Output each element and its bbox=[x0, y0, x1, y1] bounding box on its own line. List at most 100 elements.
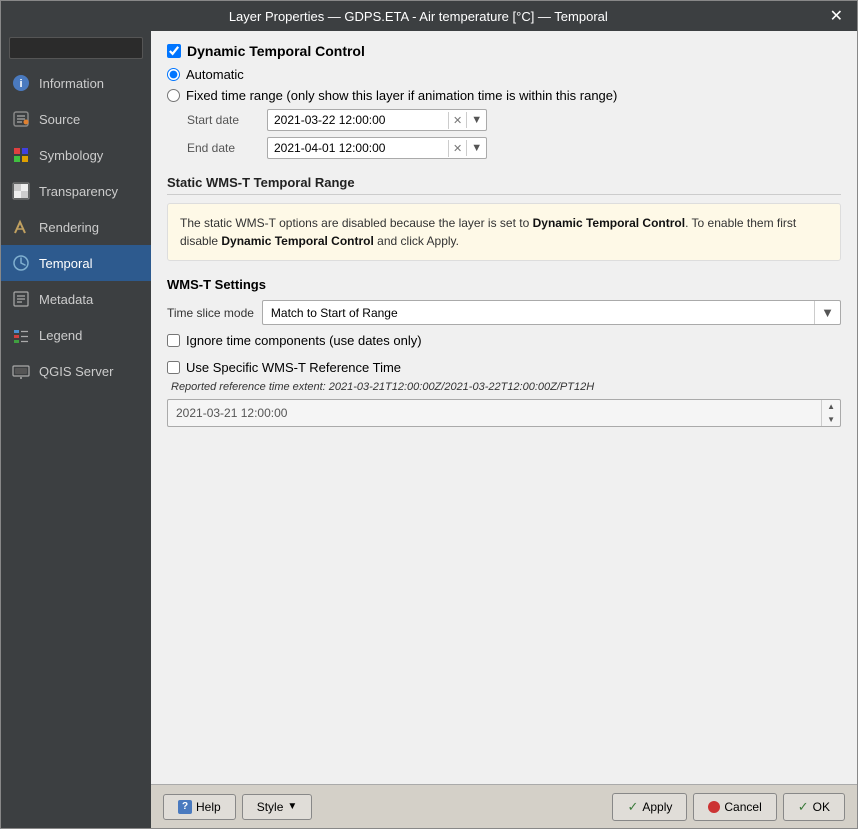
fixed-radio[interactable] bbox=[167, 89, 180, 102]
use-specific-checkbox[interactable] bbox=[167, 361, 180, 374]
sidebar-item-source[interactable]: Source bbox=[1, 101, 151, 137]
titlebar: Layer Properties — GDPS.ETA - Air temper… bbox=[1, 1, 857, 31]
wms-settings-title: WMS-T Settings bbox=[167, 277, 841, 292]
wms-settings-section: WMS-T Settings Time slice mode Match to … bbox=[167, 277, 841, 427]
time-slice-label: Time slice mode bbox=[167, 306, 254, 320]
start-date-label: Start date bbox=[187, 113, 267, 127]
reported-note-value: 2021-03-21T12:00:00Z/2021-03-22T12:00:00… bbox=[329, 381, 594, 393]
end-date-dropdown-icon[interactable]: ▼ bbox=[466, 140, 486, 156]
info-bold1: Dynamic Temporal Control bbox=[533, 216, 685, 230]
start-date-wrapper: 2021-03-22 12:00:00 ✕ ▼ bbox=[267, 109, 487, 131]
static-wms-title: Static WMS-T Temporal Range bbox=[167, 175, 841, 195]
start-date-input[interactable]: 2021-03-22 12:00:00 bbox=[268, 110, 448, 130]
spinner-up-icon[interactable]: ▲ bbox=[822, 400, 840, 413]
legend-icon bbox=[11, 325, 31, 345]
svg-text:i: i bbox=[19, 78, 22, 90]
ok-label: OK bbox=[813, 800, 830, 814]
sidebar-item-information-label: Information bbox=[39, 76, 104, 91]
footer-left: ? Help Style ▼ bbox=[163, 794, 312, 820]
transparency-icon bbox=[11, 181, 31, 201]
help-button[interactable]: ? Help bbox=[163, 794, 236, 820]
main-window: Layer Properties — GDPS.ETA - Air temper… bbox=[0, 0, 858, 829]
footer-right: ✓ Apply Cancel ✓ OK bbox=[612, 793, 845, 821]
sidebar-item-information[interactable]: i Information bbox=[1, 65, 151, 101]
close-button[interactable]: ✕ bbox=[826, 6, 847, 26]
cancel-dot-icon bbox=[708, 801, 720, 813]
search-box bbox=[1, 31, 151, 65]
help-icon: ? bbox=[178, 800, 192, 814]
ignore-time-row: Ignore time components (use dates only) bbox=[167, 333, 841, 348]
static-wms-info: The static WMS-T options are disabled be… bbox=[167, 203, 841, 261]
automatic-radio[interactable] bbox=[167, 68, 180, 81]
fixed-radio-row: Fixed time range (only show this layer i… bbox=[167, 88, 841, 103]
apply-label: Apply bbox=[642, 800, 672, 814]
use-specific-label: Use Specific WMS-T Reference Time bbox=[186, 360, 401, 375]
qgis-server-icon bbox=[11, 361, 31, 381]
ref-time-input[interactable]: 2021-03-21 12:00:00 bbox=[168, 402, 821, 424]
time-slice-arrow-icon: ▼ bbox=[814, 301, 840, 324]
start-date-dropdown-icon[interactable]: ▼ bbox=[466, 112, 486, 128]
sidebar-item-temporal[interactable]: Temporal bbox=[1, 245, 151, 281]
cancel-button[interactable]: Cancel bbox=[693, 793, 776, 821]
ignore-time-checkbox[interactable] bbox=[167, 334, 180, 347]
dynamic-temporal-label: Dynamic Temporal Control bbox=[187, 43, 365, 59]
sidebar-item-metadata[interactable]: Metadata bbox=[1, 281, 151, 317]
sidebar-item-transparency-label: Transparency bbox=[39, 184, 118, 199]
style-label: Style bbox=[257, 800, 284, 814]
sidebar-item-source-label: Source bbox=[39, 112, 80, 127]
info-text-suffix: and click Apply. bbox=[374, 234, 459, 248]
ref-time-wrapper: 2021-03-21 12:00:00 ▲ ▼ bbox=[167, 399, 841, 427]
end-date-input[interactable]: 2021-04-01 12:00:00 bbox=[268, 138, 448, 158]
sidebar-item-qgis-server-label: QGIS Server bbox=[39, 364, 113, 379]
cancel-label: Cancel bbox=[724, 800, 761, 814]
search-input[interactable] bbox=[9, 37, 143, 59]
time-slice-select[interactable]: Match to Start of Range bbox=[263, 302, 814, 324]
sidebar-item-rendering-label: Rendering bbox=[39, 220, 99, 235]
info-text-prefix: The static WMS-T options are disabled be… bbox=[180, 216, 533, 230]
sidebar-item-symbology[interactable]: Symbology bbox=[1, 137, 151, 173]
reference-note: Reported reference time extent: 2021-03-… bbox=[167, 381, 841, 393]
apply-check-icon: ✓ bbox=[627, 799, 638, 815]
apply-button[interactable]: ✓ Apply bbox=[612, 793, 687, 821]
ok-button[interactable]: ✓ OK bbox=[783, 793, 845, 821]
sidebar-item-metadata-label: Metadata bbox=[39, 292, 93, 307]
dynamic-temporal-checkbox[interactable] bbox=[167, 44, 181, 58]
end-date-clear-icon[interactable]: ✕ bbox=[448, 140, 466, 157]
sidebar: i Information Source Symbology bbox=[1, 31, 151, 828]
end-date-wrapper: 2021-04-01 12:00:00 ✕ ▼ bbox=[267, 137, 487, 159]
time-slice-select-wrapper: Match to Start of Range ▼ bbox=[262, 300, 841, 325]
time-slice-row: Time slice mode Match to Start of Range … bbox=[167, 300, 841, 325]
sidebar-item-qgis-server[interactable]: QGIS Server bbox=[1, 353, 151, 389]
automatic-radio-row: Automatic bbox=[167, 67, 841, 82]
footer: ? Help Style ▼ ✓ Apply Cancel bbox=[151, 784, 857, 828]
dynamic-temporal-checkbox-row: Dynamic Temporal Control bbox=[167, 43, 841, 59]
automatic-radio-label: Automatic bbox=[186, 67, 244, 82]
help-label: Help bbox=[196, 800, 221, 814]
content-area: i Information Source Symbology bbox=[1, 31, 857, 828]
information-icon: i bbox=[11, 73, 31, 93]
dynamic-temporal-section: Dynamic Temporal Control Automatic Fixed… bbox=[167, 43, 841, 159]
reported-note-prefix: Reported reference time extent: bbox=[171, 381, 329, 393]
main-panel: Dynamic Temporal Control Automatic Fixed… bbox=[151, 31, 857, 828]
main-content: Dynamic Temporal Control Automatic Fixed… bbox=[151, 31, 857, 784]
sidebar-item-transparency[interactable]: Transparency bbox=[1, 173, 151, 209]
sidebar-item-legend[interactable]: Legend bbox=[1, 317, 151, 353]
use-specific-row: Use Specific WMS-T Reference Time bbox=[167, 360, 841, 375]
start-date-row: Start date 2021-03-22 12:00:00 ✕ ▼ bbox=[167, 109, 841, 131]
start-date-clear-icon[interactable]: ✕ bbox=[448, 112, 466, 129]
ref-time-spinner: ▲ ▼ bbox=[821, 400, 840, 426]
end-date-label: End date bbox=[187, 141, 267, 155]
rendering-icon bbox=[11, 217, 31, 237]
metadata-icon bbox=[11, 289, 31, 309]
sidebar-item-symbology-label: Symbology bbox=[39, 148, 103, 163]
ignore-time-label: Ignore time components (use dates only) bbox=[186, 333, 422, 348]
info-bold2: Dynamic Temporal Control bbox=[221, 234, 373, 248]
sidebar-item-temporal-label: Temporal bbox=[39, 256, 92, 271]
temporal-icon bbox=[11, 253, 31, 273]
sidebar-item-rendering[interactable]: Rendering bbox=[1, 209, 151, 245]
fixed-radio-label: Fixed time range (only show this layer i… bbox=[186, 88, 617, 103]
style-button[interactable]: Style ▼ bbox=[242, 794, 313, 820]
spinner-down-icon[interactable]: ▼ bbox=[822, 413, 840, 426]
end-date-row: End date 2021-04-01 12:00:00 ✕ ▼ bbox=[167, 137, 841, 159]
ok-check-icon: ✓ bbox=[798, 799, 809, 815]
